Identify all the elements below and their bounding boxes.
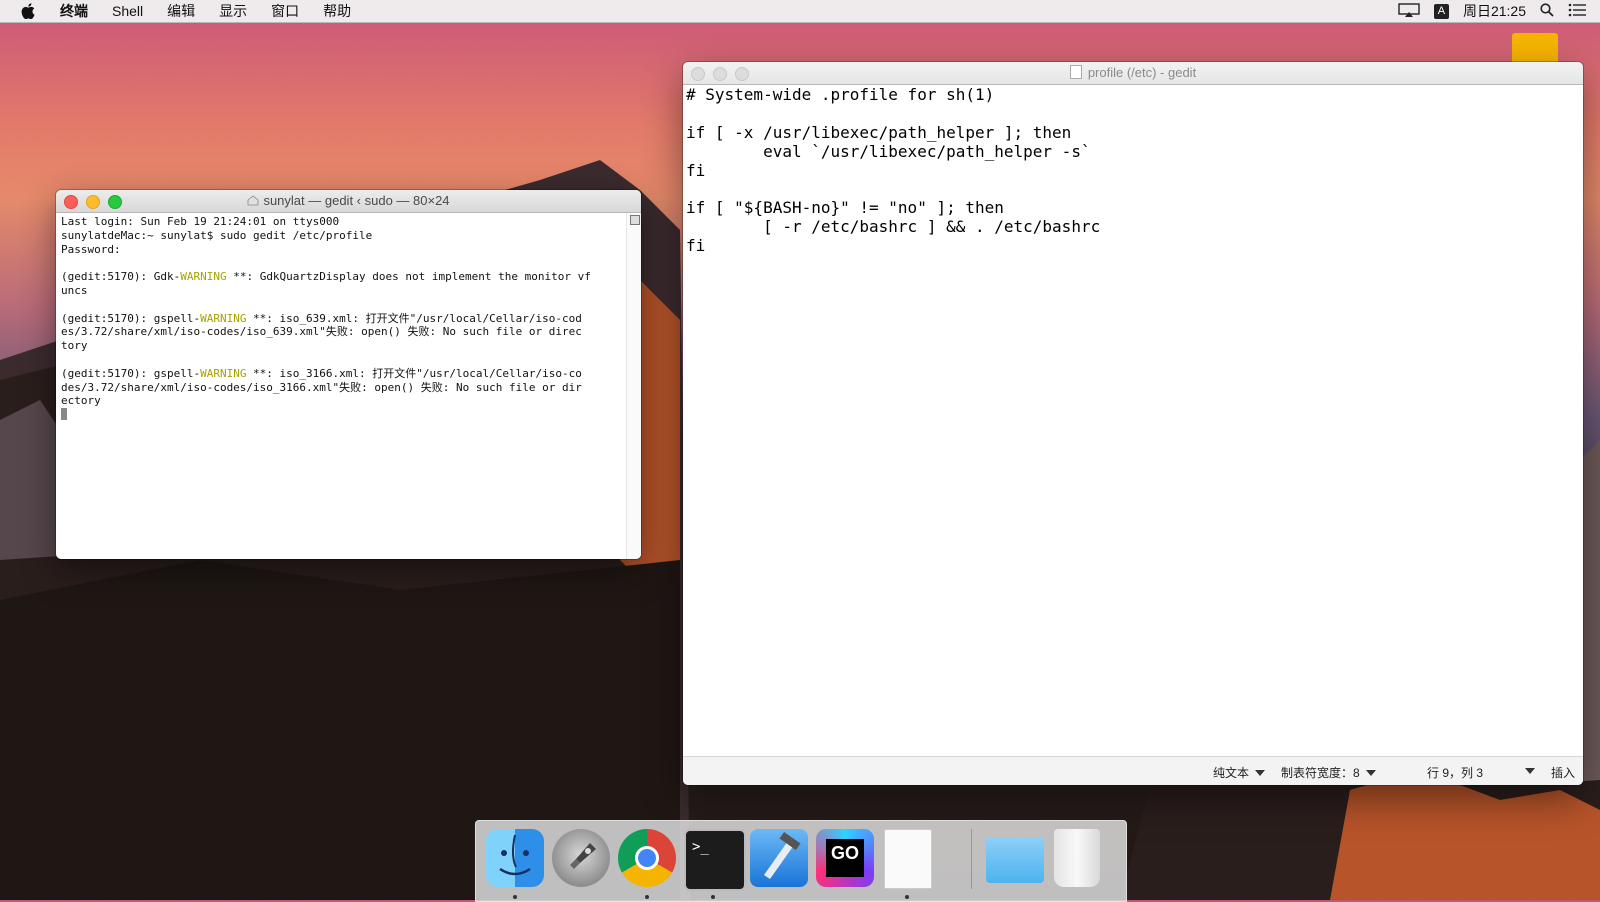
terminal-app-icon[interactable]: >_	[684, 829, 746, 891]
finder-running-indicator	[513, 895, 517, 899]
menu-window[interactable]: 窗口	[259, 0, 311, 22]
close-button[interactable]	[64, 195, 78, 209]
zoom-button[interactable]	[108, 195, 122, 209]
tab-width-selector[interactable]: 制表符宽度：8	[1281, 764, 1376, 781]
terminal-line: (gedit:5170): gspell-WARNING **: iso_639…	[61, 311, 582, 325]
menu-view[interactable]: 显示	[207, 0, 259, 22]
terminal-title: sunylat — gedit ‹ sudo — 80×24	[263, 193, 450, 208]
terminal-line: es/3.72/share/xml/iso-codes/iso_639.xml"…	[61, 325, 582, 339]
document-icon	[1069, 65, 1082, 79]
terminal-line: des/3.72/share/xml/iso-codes/iso_3166.xm…	[61, 380, 582, 394]
gedit-statusbar: 纯文本 制表符宽度：8 行 9，列 3 插入	[683, 756, 1583, 785]
apple-menu-icon[interactable]	[20, 2, 36, 20]
dock-separator	[971, 829, 972, 889]
chrome-icon[interactable]	[618, 829, 676, 887]
finder-icon[interactable]	[486, 829, 544, 887]
terminal-line: sunylatdeMac:~ sunylat$ sudo gedit /etc/…	[61, 228, 373, 242]
terminal-line: Password:	[61, 242, 121, 256]
minimize-button[interactable]	[713, 67, 727, 81]
zoom-button[interactable]	[735, 67, 749, 81]
terminal-line: Last login: Sun Feb 19 21:24:01 on ttys0…	[61, 215, 340, 228]
svg-text:>_: >_	[692, 839, 709, 855]
terminal-line: (gedit:5170): gspell-WARNING **: iso_316…	[61, 366, 582, 380]
scroll-grip-icon[interactable]	[630, 215, 640, 225]
terminal-titlebar[interactable]: sunylat — gedit ‹ sudo — 80×24	[56, 190, 641, 213]
cursor-position[interactable]: 行 9，列 3	[1427, 764, 1483, 781]
text-cursor	[61, 408, 67, 421]
gedit-titlebar[interactable]: profile (/etc) - gedit	[683, 62, 1583, 85]
gogland-label: GO	[826, 839, 864, 877]
folder-icon[interactable]	[986, 837, 1044, 883]
terminal-window[interactable]: sunylat — gedit ‹ sudo — 80×24 Last logi…	[56, 190, 641, 559]
spotlight-search-icon[interactable]	[1540, 2, 1554, 20]
terminal-line: tory	[61, 339, 88, 353]
xcode-icon[interactable]	[750, 829, 808, 887]
terminal-line: ectory	[61, 394, 101, 408]
terminal-running-indicator	[711, 895, 715, 899]
home-folder-icon	[247, 191, 259, 213]
terminal-scrollbar[interactable]	[626, 213, 641, 559]
chevron-down-icon	[1255, 770, 1266, 776]
airplay-display-icon[interactable]	[1398, 2, 1420, 20]
notification-center-icon[interactable]	[1568, 3, 1586, 20]
desktop-folder-icon[interactable]	[1512, 33, 1558, 63]
text-editor[interactable]: # System-wide .profile for sh(1) if [ -x…	[683, 85, 1583, 757]
chevron-down-icon	[1525, 768, 1535, 774]
close-button[interactable]	[691, 67, 705, 81]
terminal-line: uncs	[61, 283, 88, 297]
gogland-icon[interactable]: GO	[816, 829, 874, 887]
terminal-line: (gedit:5170): Gdk-WARNING **: GdkQuartzD…	[61, 270, 591, 284]
menubar-clock[interactable]: 周日21:25	[1463, 1, 1526, 21]
language-selector[interactable]: 纯文本	[1213, 764, 1266, 781]
dock: >_ GO	[475, 820, 1127, 902]
insert-mode: 插入	[1551, 766, 1576, 780]
minimize-button[interactable]	[86, 195, 100, 209]
chrome-running-indicator	[645, 895, 649, 899]
gedit-document-icon[interactable]	[884, 829, 932, 889]
launchpad-rocket-icon[interactable]	[552, 829, 610, 887]
gedit-title: profile (/etc) - gedit	[1087, 65, 1197, 80]
chevron-down-icon	[1365, 770, 1376, 776]
input-method-icon[interactable]: A	[1433, 3, 1449, 19]
gedit-window[interactable]: profile (/etc) - gedit # System-wide .pr…	[683, 62, 1583, 785]
menu-help[interactable]: 帮助	[311, 0, 363, 22]
trash-icon[interactable]	[1054, 829, 1100, 887]
menu-shell[interactable]: Shell	[100, 0, 155, 22]
menu-bar: 终端 Shell 编辑 显示 窗口 帮助 A 周日21:25	[0, 0, 1600, 23]
gedit-running-indicator	[905, 895, 909, 899]
menu-edit[interactable]: 编辑	[155, 0, 207, 22]
menu-terminal[interactable]: 终端	[48, 0, 100, 22]
terminal-output[interactable]: Last login: Sun Feb 19 21:24:01 on ttys0…	[56, 213, 627, 559]
position-menu[interactable]	[1519, 764, 1535, 778]
